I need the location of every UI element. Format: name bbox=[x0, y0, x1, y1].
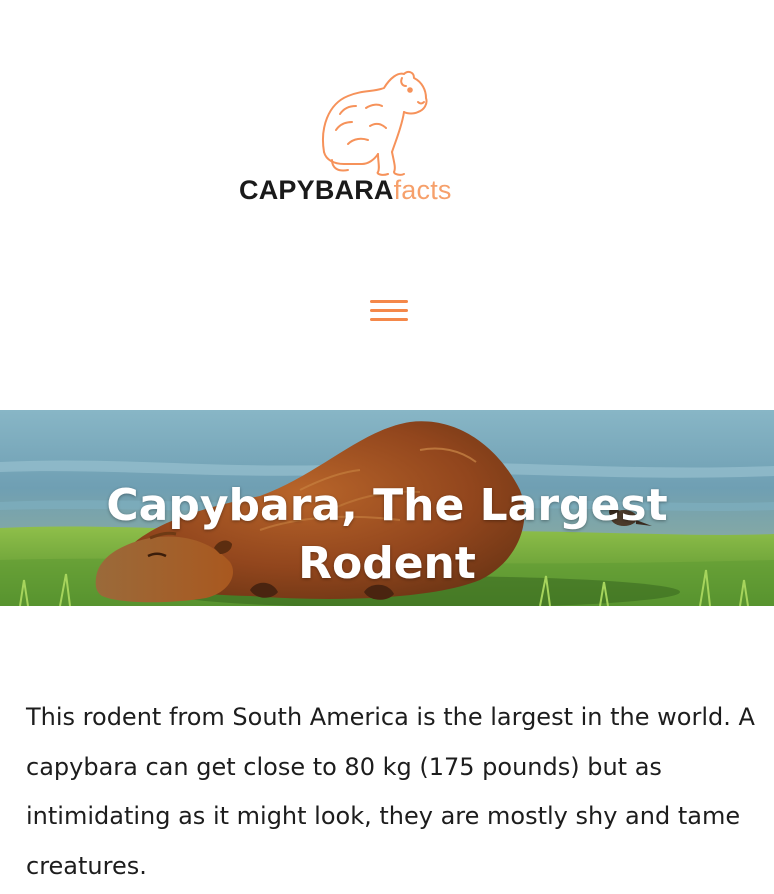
site-header: CAPYBARAfacts bbox=[0, 0, 774, 410]
menu-line-top bbox=[370, 300, 408, 303]
site-logo[interactable]: CAPYBARAfacts bbox=[236, 68, 516, 210]
logo-suffix-text: facts bbox=[393, 175, 452, 205]
hamburger-menu-button[interactable] bbox=[368, 294, 410, 328]
menu-line-middle bbox=[370, 309, 408, 312]
logo-wordmark: CAPYBARAfacts bbox=[239, 174, 452, 206]
hero-banner: Capybara, The Largest Rodent bbox=[0, 410, 774, 606]
hero-title-line2: Rodent bbox=[298, 538, 476, 590]
logo-brand-text: CAPYBARA bbox=[239, 175, 394, 205]
capybara-outline-icon bbox=[322, 70, 428, 176]
menu-line-bottom bbox=[370, 318, 408, 321]
hero-title: Capybara, The Largest Rodent bbox=[60, 477, 714, 593]
article-intro-paragraph: This rodent from South America is the la… bbox=[26, 703, 755, 880]
hero-title-line1: Capybara, The Largest bbox=[106, 480, 668, 532]
